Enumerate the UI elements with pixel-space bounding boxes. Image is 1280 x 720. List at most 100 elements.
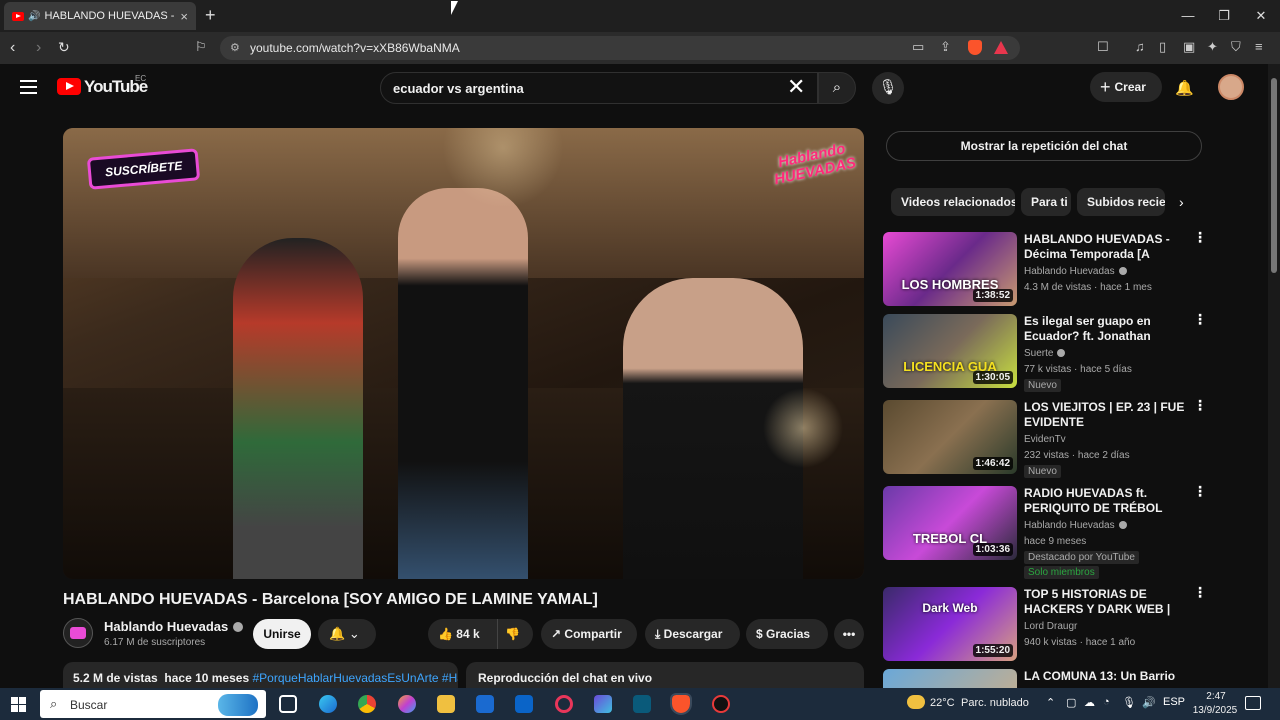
speaker-icon[interactable]: 🔊 [28, 11, 40, 22]
cast-icon[interactable]: ▭ [912, 39, 924, 55]
more-options-icon[interactable]: ⋮ [1193, 312, 1207, 326]
chevron-right-icon[interactable]: › [1179, 194, 1184, 210]
windows-start-icon[interactable] [11, 697, 26, 712]
browser-menu-icon[interactable]: ≡ [1255, 39, 1263, 54]
video-thumbnail[interactable]: TREBOL CL 1:03:36 [883, 486, 1017, 560]
vpn-shield-icon[interactable]: ⛉ [1231, 39, 1241, 55]
video-thumbnail[interactable]: LOS HOMBRES 1:38:52 [883, 232, 1017, 306]
task-view-icon[interactable] [279, 695, 297, 713]
weather-icon[interactable] [907, 695, 925, 709]
microphone-tray-icon[interactable]: 🎙 [1122, 696, 1136, 709]
more-options-icon[interactable]: ⋮ [1193, 585, 1207, 599]
search-button[interactable]: ⌕ [818, 72, 856, 104]
page-scrollbar[interactable] [1268, 64, 1280, 688]
video-thumbnail[interactable]: Dark Web 1:55:20 [883, 587, 1017, 661]
related-video-item[interactable]: LICENCIA GUA 1:30:05 Es ilegal ser guapo… [883, 312, 1207, 394]
thanks-button[interactable]: $ Gracias [746, 619, 828, 649]
more-options-icon[interactable]: ⋮ [1193, 398, 1207, 412]
tray-app-icon[interactable]: ▢ [1066, 696, 1076, 709]
edge-icon[interactable] [319, 695, 337, 713]
video-player[interactable]: SUSCRÍBETE Hablando HUEVADAS [63, 128, 864, 579]
back-arrow-icon[interactable]: ‹ [10, 39, 15, 57]
weather-condition[interactable]: Parc. nublado [961, 697, 1029, 709]
volume-icon[interactable]: 🔊 [1142, 696, 1156, 709]
related-video-item[interactable]: Dark Web 1:55:20 TOP 5 HISTORIAS DE HACK… [883, 585, 1207, 667]
chip-for-you[interactable]: Para ti [1021, 188, 1071, 216]
reader-mode-icon[interactable]: ☐ [1097, 39, 1109, 55]
chip-related-videos[interactable]: Videos relacionados [891, 188, 1015, 216]
scrollbar-thumb[interactable] [1271, 78, 1277, 273]
show-chat-replay-button[interactable]: Mostrar la repetición del chat [886, 131, 1202, 161]
file-explorer-icon[interactable] [437, 695, 455, 713]
video-item-title[interactable]: RADIO HUEVADAS ft. PERIQUITO DE TRÉBOL C… [1024, 486, 1186, 518]
related-video-item[interactable]: LOS HOMBRES 1:38:52 HABLANDO HUEVADAS - … [883, 230, 1207, 312]
hashtags[interactable]: #PorqueHablarHuevadasEsUnArte #Habl [252, 671, 458, 685]
video-item-title[interactable]: LOS VIEJITOS | EP. 23 | FUE EVIDENTE [1024, 400, 1186, 430]
channel-name[interactable]: Hablando Huevadas [104, 619, 244, 634]
url-field[interactable]: ⚙ youtube.com/watch?v=xXB86WbaNMA [220, 36, 1020, 60]
brave-taskbar-icon[interactable] [670, 693, 692, 715]
download-button[interactable]: ⤓ Descargar [645, 619, 740, 649]
more-actions-button[interactable]: ••• [834, 619, 864, 649]
sidebar-toggle-icon[interactable]: ▯ [1159, 39, 1166, 55]
clock-time[interactable]: 2:47 [1196, 691, 1236, 702]
store-icon[interactable] [476, 695, 494, 713]
video-item-title[interactable]: LA COMUNA 13: Un Barrio que [1024, 669, 1186, 688]
tray-chevron-icon[interactable]: ⌃ [1046, 696, 1055, 709]
app-icon[interactable] [712, 695, 730, 713]
new-tab-button[interactable]: + [205, 6, 216, 24]
copilot-icon[interactable] [398, 695, 416, 713]
brave-shields-icon[interactable] [968, 40, 982, 55]
clear-search-icon[interactable]: ✕ [787, 76, 805, 98]
window-maximize-button[interactable]: ❐ [1217, 8, 1231, 24]
brave-rewards-icon[interactable] [994, 41, 1008, 54]
wallet-icon[interactable]: ▣ [1183, 39, 1195, 55]
bookmark-icon[interactable]: ⚐ [195, 39, 207, 55]
tab-close-icon[interactable]: × [180, 9, 188, 24]
user-avatar[interactable] [1218, 74, 1244, 100]
reload-icon[interactable]: ↻ [58, 39, 70, 56]
video-thumbnail[interactable]: 1:46:42 [883, 400, 1017, 474]
leo-ai-icon[interactable]: ✦ [1207, 39, 1218, 55]
taskbar-search-input[interactable]: ⌕ Buscar [40, 690, 266, 718]
site-info-icon[interactable]: ⚙ [230, 41, 240, 54]
window-minimize-button[interactable]: — [1181, 8, 1195, 23]
hamburger-menu-icon[interactable] [20, 80, 37, 94]
video-thumbnail[interactable]: LICENCIA GUA 1:30:05 [883, 314, 1017, 388]
input-language[interactable]: ESP [1163, 696, 1185, 708]
channel-avatar[interactable] [63, 618, 93, 648]
more-options-icon[interactable]: ⋮ [1193, 484, 1207, 498]
network-icon[interactable]: ☁ [1084, 696, 1095, 709]
forward-arrow-icon[interactable]: › [36, 39, 41, 57]
related-video-item[interactable]: TREBOL CL 1:03:36 RADIO HUEVADAS ft. PER… [883, 484, 1207, 579]
opera-icon[interactable] [555, 695, 573, 713]
video-item-title[interactable]: Es ilegal ser guapo en Ecuador? ft. Jona… [1024, 314, 1186, 346]
notifications-bell-icon[interactable]: 🔔 [1175, 79, 1194, 97]
clock-date[interactable]: 13/9/2025 [1187, 705, 1243, 716]
video-description[interactable]: 5.2 M de vistas hace 10 meses #PorqueHab… [63, 662, 458, 688]
create-button[interactable]: + Crear [1090, 72, 1162, 102]
music-icon[interactable]: ♫ [1135, 39, 1145, 54]
chip-recently-uploaded[interactable]: Subidos recien [1077, 188, 1165, 216]
subscribed-button[interactable]: 🔔 ⌄ [318, 619, 376, 649]
video-item-title[interactable]: HABLANDO HUEVADAS - Décima Temporada [A … [1024, 232, 1186, 264]
window-close-button[interactable]: ✕ [1254, 8, 1268, 24]
search-input[interactable]: ecuador vs argentina [380, 72, 818, 104]
outlook-icon[interactable] [515, 695, 533, 713]
video-thumbnail[interactable] [883, 669, 1017, 688]
app-icon[interactable] [633, 695, 651, 713]
notification-center-icon[interactable] [1245, 696, 1261, 710]
weather-temperature[interactable]: 22°C [930, 697, 955, 709]
app-icon[interactable] [594, 695, 612, 713]
related-video-item[interactable]: 1:46:42 LOS VIEJITOS | EP. 23 | FUE EVID… [883, 398, 1207, 480]
share-page-icon[interactable]: ⇪ [940, 39, 951, 55]
voice-search-button[interactable]: 🎙 [872, 72, 904, 104]
share-button[interactable]: ↗ Compartir [541, 619, 637, 649]
dislike-button[interactable]: 👎 [497, 619, 533, 649]
video-item-title[interactable]: TOP 5 HISTORIAS DE HACKERS Y DARK WEB | … [1024, 587, 1186, 619]
browser-tab[interactable]: 🔊 HABLANDO HUEVADAS - Barcelona [SOY AMI… [4, 2, 196, 30]
youtube-logo-icon[interactable] [57, 78, 81, 95]
related-video-item[interactable]: LA COMUNA 13: Un Barrio que ⋮ [883, 669, 1193, 688]
chrome-icon[interactable] [358, 695, 376, 713]
wifi-icon[interactable]: ◔ [1103, 696, 1110, 708]
